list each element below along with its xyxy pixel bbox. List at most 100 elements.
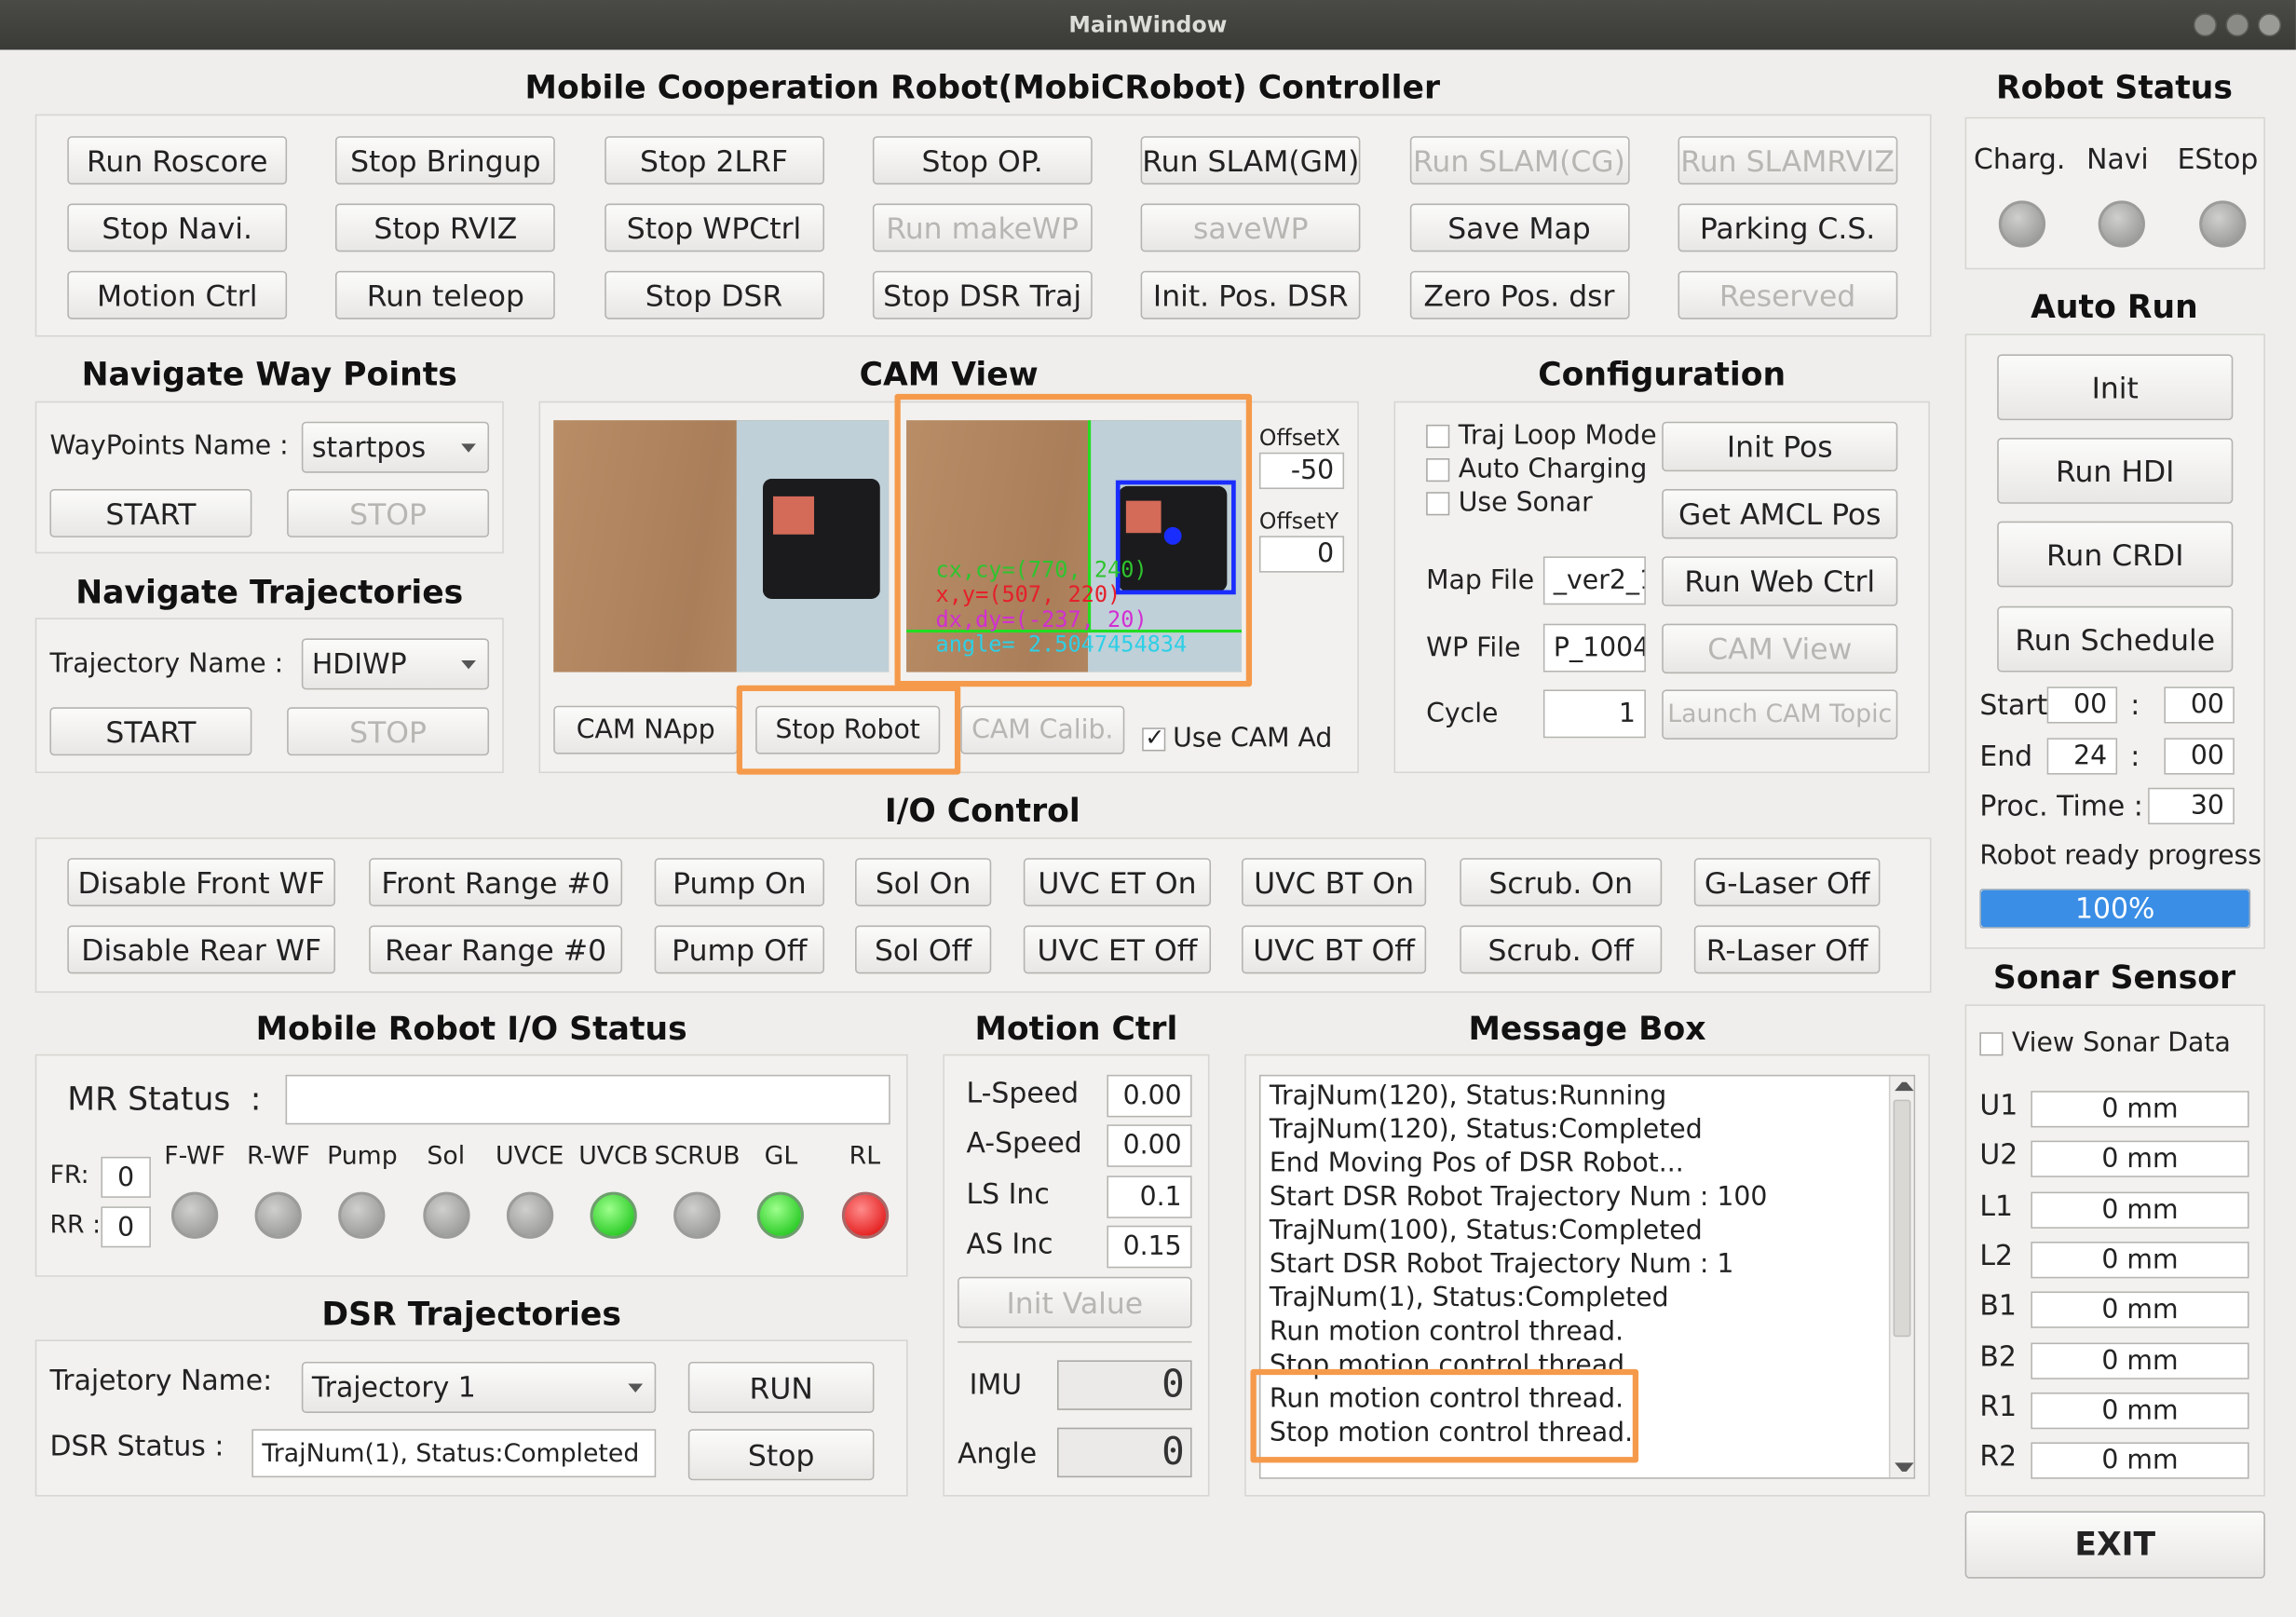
r2-sonar-field[interactable]: 0 mm [2031,1442,2249,1479]
start-hour-field[interactable]: 00 [2046,686,2118,724]
map-file-field[interactable]: _ver2_1 [1542,556,1646,605]
start-minute-field[interactable]: 00 [2164,686,2235,724]
stop-dsr-button[interactable]: Stop DSR [604,270,824,319]
wp-stop-button[interactable]: STOP [287,489,490,537]
run-roscore-button[interactable]: Run Roscore [67,136,288,185]
ls-inc-field[interactable]: 0.1 [1107,1175,1192,1218]
stop-bringup-button[interactable]: Stop Bringup [335,136,556,185]
dsr-status-field[interactable]: TrajNum(1), Status:Completed [251,1429,657,1478]
end-hour-field[interactable]: 24 [2046,738,2118,775]
savewp-button[interactable]: saveWP [1140,203,1361,252]
init-pos-button[interactable]: Init Pos [1662,421,1898,472]
offsety-field[interactable]: 0 [1258,536,1345,573]
l-speed-field[interactable]: 0.00 [1107,1074,1192,1118]
wp-file-field[interactable]: P_1004 [1542,623,1646,673]
init-value-button[interactable]: Init Value [958,1276,1192,1328]
run-hdi-button[interactable]: Run HDI [1997,438,2234,504]
motion-ctrl-button[interactable]: Motion Ctrl [67,270,288,319]
stop-dsr-traj-button[interactable]: Stop DSR Traj [872,270,1093,319]
g-laser-off-button[interactable]: G-Laser Off [1693,858,1881,907]
proc-time-field[interactable]: 30 [2148,787,2235,825]
uvc-et-off-button[interactable]: UVC ET Off [1023,925,1212,974]
b2-sonar-field[interactable]: 0 mm [2031,1341,2249,1379]
disable-rear-wf-button[interactable]: Disable Rear WF [67,925,335,974]
a-speed-field[interactable]: 0.00 [1107,1124,1192,1168]
pump-off-button[interactable]: Pump Off [654,925,825,974]
cam-view-button[interactable]: CAM View [1662,623,1898,674]
r1-sonar-field[interactable]: 0 mm [2031,1392,2249,1429]
mr-status-field[interactable] [285,1074,890,1125]
uvc-et-on-button[interactable]: UVC ET On [1023,858,1212,907]
stop-navi-button[interactable]: Stop Navi. [67,203,288,252]
stop-wpctrl-button[interactable]: Stop WPCtrl [604,203,824,252]
scroll-down-icon[interactable] [1895,1462,1914,1472]
auto-charging-checkbox[interactable] [1426,458,1450,482]
rr-field[interactable]: 0 [101,1206,151,1248]
save-map-button[interactable]: Save Map [1409,203,1629,252]
r-laser-off-button[interactable]: R-Laser Off [1693,925,1881,974]
run-schedule-button[interactable]: Run Schedule [1997,605,2234,673]
maximize-icon[interactable] [2225,13,2249,37]
init-pos-dsr-button[interactable]: Init. Pos. DSR [1140,270,1361,319]
end-minute-field[interactable]: 00 [2164,738,2235,775]
stop-2lrf-button[interactable]: Stop 2LRF [604,136,824,185]
trajectory-combo[interactable]: HDIWP [301,638,490,690]
traj-loop-checkbox[interactable] [1426,424,1450,449]
u2-sonar-field[interactable]: 0 mm [2031,1141,2249,1178]
dsr-stop-button[interactable]: Stop [687,1429,875,1481]
uvce-led [506,1191,553,1239]
wp-start-button[interactable]: START [49,489,252,537]
l2-sonar-field[interactable]: 0 mm [2031,1241,2249,1279]
close-icon[interactable] [2258,13,2282,37]
parking-c-s-button[interactable]: Parking C.S. [1678,203,1897,252]
message-scrollbar[interactable] [1888,1076,1914,1478]
cycle-field[interactable]: 1 [1542,689,1646,739]
cam-napp-button[interactable]: CAM NApp [553,705,739,754]
run-crdi-button[interactable]: Run CRDI [1997,521,2234,588]
waypoints-combo[interactable]: startpos [301,421,490,473]
run-slamrviz-button[interactable]: Run SLAMRVIZ [1678,136,1897,185]
rear-range-0-button[interactable]: Rear Range #0 [369,925,623,974]
exit-button[interactable]: EXIT [1964,1511,2265,1579]
scroll-thumb[interactable] [1893,1099,1911,1338]
pump-on-button[interactable]: Pump On [654,858,825,907]
launch-cam-topic-button[interactable]: Launch CAM Topic [1662,689,1898,740]
cam-calib-button[interactable]: CAM Calib. [960,705,1125,754]
stop-rviz-button[interactable]: Stop RVIZ [335,203,556,252]
uvc-bt-off-button[interactable]: UVC BT Off [1242,925,1427,974]
stop-op-button[interactable]: Stop OP. [872,136,1093,185]
scroll-up-icon[interactable] [1895,1081,1914,1092]
scrub-on-button[interactable]: Scrub. On [1460,858,1663,907]
disable-front-wf-button[interactable]: Disable Front WF [67,858,335,907]
l1-sonar-field[interactable]: 0 mm [2031,1190,2249,1229]
sol-on-button[interactable]: Sol On [855,858,992,907]
as-inc-field[interactable]: 0.15 [1107,1225,1192,1269]
view-sonar-checkbox[interactable] [1979,1032,2004,1056]
uvc-bt-on-button[interactable]: UVC BT On [1242,858,1427,907]
minimize-icon[interactable] [2193,13,2218,37]
run-makewp-button[interactable]: Run makeWP [872,203,1093,252]
use-cam-ad-checkbox[interactable] [1142,724,1166,752]
get-amcl-pos-button[interactable]: Get AMCL Pos [1662,489,1898,539]
run-web-ctrl-button[interactable]: Run Web Ctrl [1662,556,1898,606]
traj-stop-button[interactable]: STOP [287,707,490,756]
zero-pos-dsr-button[interactable]: Zero Pos. dsr [1409,270,1629,319]
run-teleop-button[interactable]: Run teleop [335,270,556,319]
traj-start-button[interactable]: START [49,707,252,756]
dsr-trajectory-combo[interactable]: Trajectory 1 [301,1361,657,1413]
b1-sonar-field[interactable]: 0 mm [2031,1291,2249,1329]
as-inc-label: AS Inc [966,1228,1053,1261]
sol-off-button[interactable]: Sol Off [855,925,992,974]
run-slam-cg-button[interactable]: Run SLAM(CG) [1409,136,1629,185]
reserved-button[interactable]: Reserved [1678,270,1897,319]
dsr-run-button[interactable]: RUN [687,1361,875,1413]
start-label: Start [1979,689,2048,722]
r-wf-led [254,1191,303,1239]
u1-sonar-field[interactable]: 0 mm [2031,1091,2249,1128]
run-slam-gm-button[interactable]: Run SLAM(GM) [1140,136,1361,185]
scrub-off-button[interactable]: Scrub. Off [1460,925,1663,974]
init-button[interactable]: Init [1997,354,2234,421]
front-range-0-button[interactable]: Front Range #0 [369,858,623,907]
offsetx-field[interactable]: -50 [1258,452,1345,490]
use-sonar-checkbox[interactable] [1426,492,1450,516]
